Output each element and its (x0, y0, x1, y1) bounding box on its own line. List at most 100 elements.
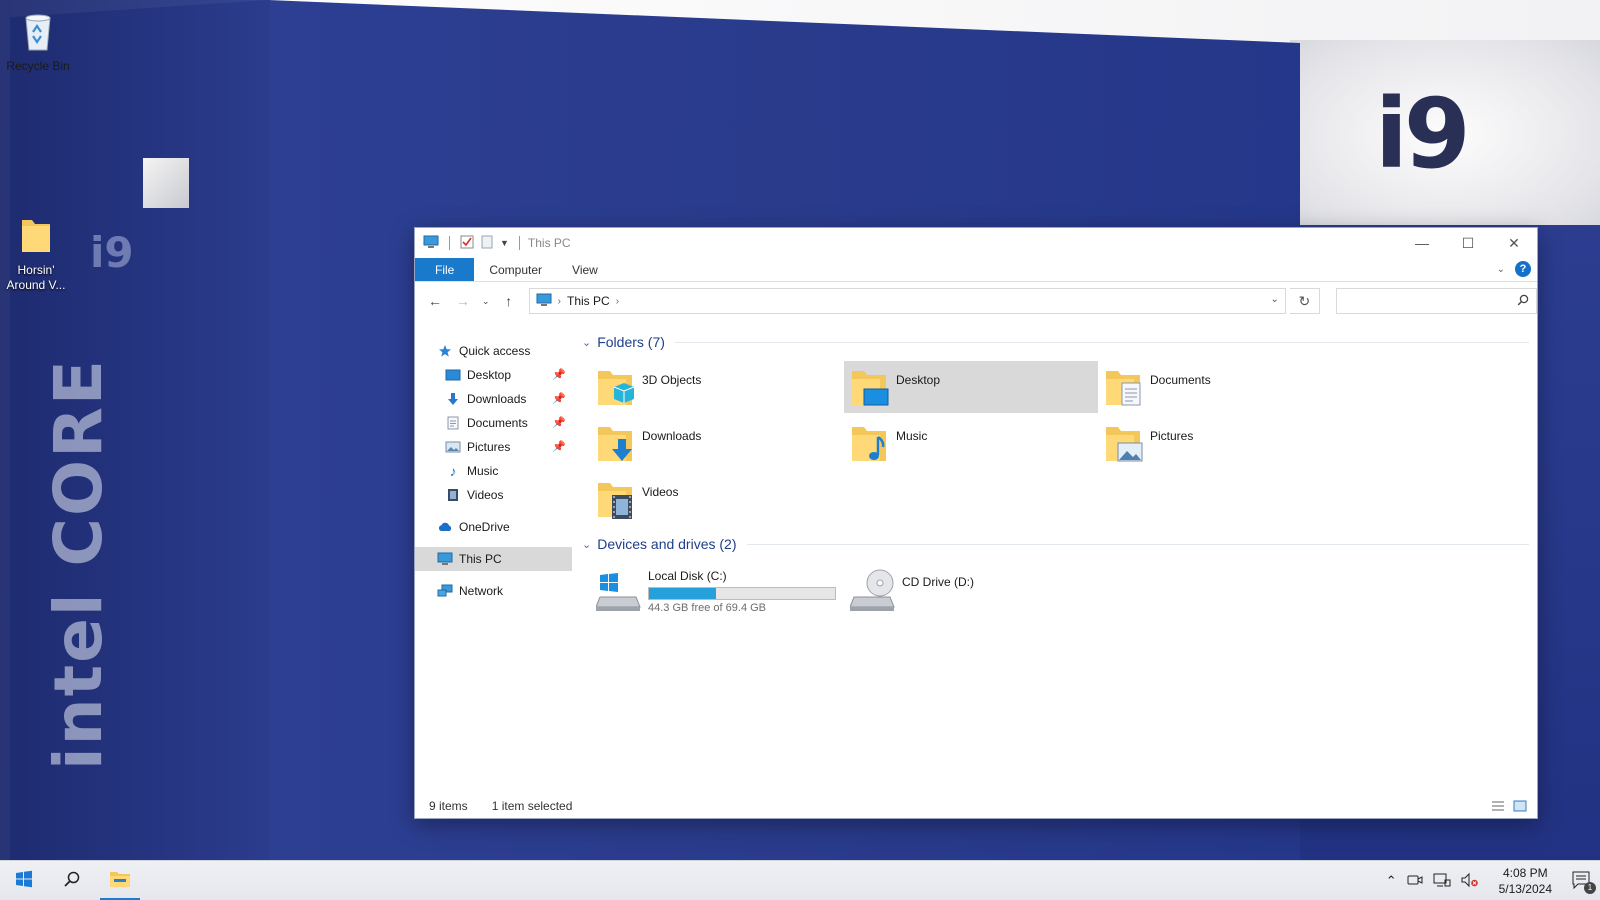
properties-icon[interactable] (460, 235, 474, 252)
breadcrumb-this-pc[interactable]: This PC (567, 294, 610, 308)
nav-item-onedrive[interactable]: OneDrive (415, 515, 572, 539)
file-explorer-icon (109, 870, 131, 891)
network-status-icon[interactable] (1433, 872, 1451, 891)
nav-item-pictures[interactable]: Pictures 📌 (415, 435, 572, 459)
volume-muted-icon[interactable] (1461, 872, 1479, 891)
search-button[interactable] (48, 861, 96, 900)
drive-free-space: 44.3 GB free of 69.4 GB (648, 602, 767, 614)
nav-item-label: Downloads (467, 392, 527, 406)
view-switcher (1491, 800, 1527, 815)
meet-now-icon[interactable] (1407, 872, 1423, 891)
new-folder-icon[interactable] (480, 235, 494, 252)
nav-item-desktop[interactable]: Desktop 📌 (415, 363, 572, 387)
start-button[interactable] (0, 861, 48, 900)
separator (518, 236, 520, 250)
folder-name: Pictures (1150, 429, 1194, 443)
drive-info: CD Drive (D:) (902, 567, 974, 589)
drive-item-cd-drive-d[interactable]: CD Drive (D:) (844, 565, 1098, 619)
tab-computer[interactable]: Computer (474, 258, 557, 281)
wallpaper-i9-logo: i9 (1375, 78, 1471, 190)
refresh-button[interactable]: ↻ (1289, 288, 1320, 314)
wallpaper-intel-core: intel CORE (40, 358, 117, 770)
download-arrow-icon (445, 391, 461, 407)
folder-item-videos[interactable]: Videos (590, 473, 844, 525)
tab-file[interactable]: File (415, 258, 475, 281)
taskbar-file-explorer[interactable] (96, 861, 144, 900)
nav-item-label: Desktop (467, 368, 512, 382)
clock[interactable]: 4:08 PM 5/13/2024 (1489, 865, 1562, 897)
folder-icon (18, 216, 54, 259)
file-explorer-window: ▼ This PC — ☐ ✕ File Computer View ⌄ ? ←… (414, 227, 1538, 819)
up-button[interactable]: ↑ (497, 289, 521, 313)
cloud-icon (437, 519, 453, 535)
nav-item-network[interactable]: Network (415, 579, 572, 603)
folder-item-3d-objects[interactable]: 3D Objects (590, 361, 844, 413)
drive-usage-fill (649, 588, 716, 599)
folder-item-pictures[interactable]: Pictures (1098, 417, 1352, 469)
customize-toolbar-dropdown-icon[interactable]: ▼ (500, 238, 509, 248)
recent-locations-button[interactable]: ⌄ (479, 289, 493, 313)
nav-item-quick-access[interactable]: Quick access (415, 339, 572, 363)
drives-list: Local Disk (C:) 44.3 GB free of 69.4 GB (590, 565, 1537, 619)
folder-item-downloads[interactable]: Downloads (590, 417, 844, 469)
tab-view[interactable]: View (557, 258, 613, 281)
address-bar[interactable]: › This PC › ⌄ (528, 288, 1286, 314)
notification-count-badge: 1 (1584, 881, 1596, 894)
pin-icon[interactable]: 📌 (552, 440, 566, 453)
help-button[interactable]: ? (1515, 261, 1531, 277)
back-button[interactable]: ← (423, 289, 447, 313)
maximize-button[interactable]: ☐ (1445, 228, 1491, 258)
collapse-chevron-icon[interactable]: ⌄ (582, 336, 591, 349)
forward-button[interactable]: → (451, 289, 475, 313)
expand-ribbon-chevron-icon[interactable]: ⌄ (1497, 264, 1505, 275)
up-arrow-icon: ↑ (505, 293, 513, 309)
cd-drive-icon (849, 567, 896, 613)
nav-item-documents[interactable]: Documents 📌 (415, 411, 572, 435)
downloads-folder-icon (596, 421, 636, 465)
devices-group-title: Devices and drives (2) (597, 536, 737, 552)
group-divider (746, 543, 1529, 545)
folder-name: Videos (642, 485, 679, 499)
minimize-button[interactable]: — (1399, 228, 1445, 258)
large-icons-view-icon[interactable] (1513, 800, 1527, 815)
details-view-icon[interactable] (1491, 800, 1505, 815)
folder-item-documents[interactable]: Documents (1098, 361, 1352, 413)
taskbar: ⌃ 4:08 PM 5/13/2024 1 (0, 860, 1600, 900)
close-button[interactable]: ✕ (1491, 228, 1537, 258)
desktop-icon-horsin-around[interactable]: Horsin' Around V... (0, 216, 76, 293)
breadcrumb-chevron-icon[interactable]: › (558, 296, 561, 307)
recycle-bin-icon (18, 8, 58, 55)
devices-group-header[interactable]: ⌄ Devices and drives (2) (582, 533, 1537, 555)
nav-item-videos[interactable]: Videos (415, 483, 572, 507)
nav-item-downloads[interactable]: Downloads 📌 (415, 387, 572, 411)
clock-date: 5/13/2024 (1498, 882, 1552, 896)
clock-time: 4:08 PM (1502, 866, 1548, 880)
pin-icon[interactable]: 📌 (552, 392, 566, 405)
desktop-icon-recycle-bin[interactable]: Recycle Bin (0, 8, 78, 74)
this-pc-icon (536, 293, 552, 310)
folder-item-desktop[interactable]: Desktop (844, 361, 1098, 413)
folder-item-music[interactable]: Music (844, 417, 1098, 469)
nav-item-label: Videos (467, 488, 504, 502)
pin-icon[interactable]: 📌 (552, 416, 566, 429)
nav-item-label: Documents (467, 416, 528, 430)
search-box[interactable] (1335, 288, 1537, 314)
drive-usage-bar (648, 587, 836, 600)
search-icon[interactable] (1517, 294, 1529, 309)
folder-name: Downloads (642, 429, 702, 443)
nav-item-this-pc[interactable]: This PC (415, 547, 572, 571)
action-center-icon[interactable]: 1 (1572, 871, 1596, 894)
breadcrumb-chevron-icon[interactable]: › (616, 296, 619, 307)
main-pane: ⌄ Folders (7) 3D Objects Desktop Documen… (572, 321, 1537, 794)
document-icon (445, 415, 461, 431)
collapse-chevron-icon[interactable]: ⌄ (582, 538, 591, 551)
drive-item-local-disk-c[interactable]: Local Disk (C:) 44.3 GB free of 69.4 GB (590, 565, 844, 619)
address-dropdown-icon[interactable]: ⌄ (1270, 294, 1278, 305)
show-hidden-icons-chevron-icon[interactable]: ⌃ (1386, 873, 1397, 889)
nav-item-music[interactable]: ♪ Music (415, 459, 572, 483)
search-input[interactable] (1336, 289, 1507, 313)
folders-group-header[interactable]: ⌄ Folders (7) (582, 331, 1537, 353)
pin-icon[interactable]: 📌 (552, 368, 566, 381)
recycle-bin-label: Recycle Bin (6, 59, 70, 73)
